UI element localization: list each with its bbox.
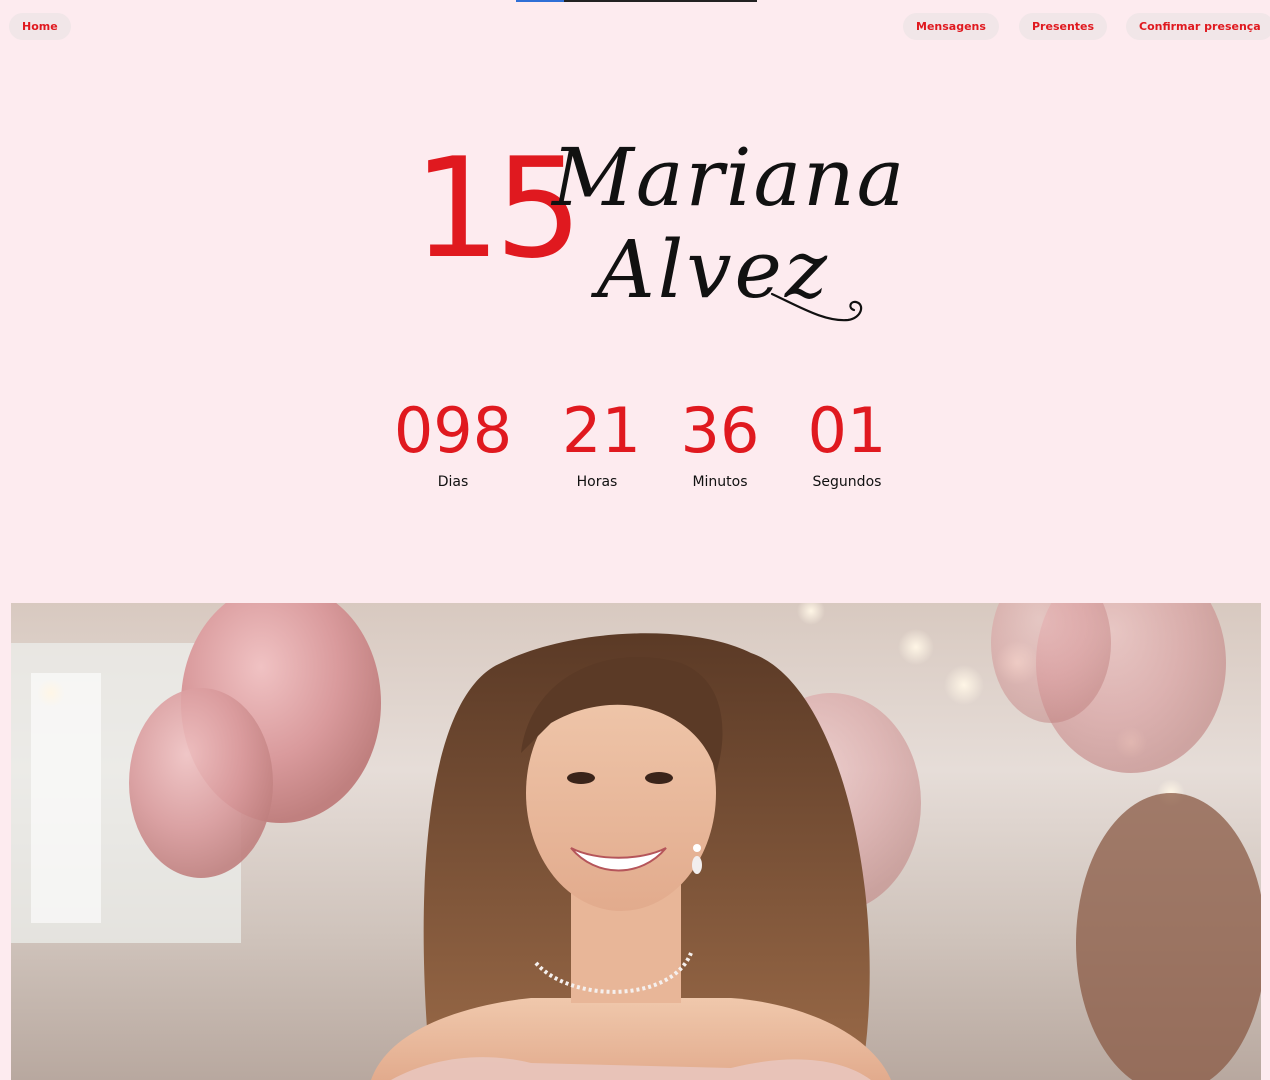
countdown-seconds: 01 Segundos [806, 394, 888, 491]
nav-home-button[interactable]: Home [9, 13, 71, 40]
nav-presentes-button[interactable]: Presentes [1019, 13, 1108, 40]
countdown-hours-label: Horas [576, 474, 618, 490]
countdown-hours-value: 21 [562, 394, 641, 467]
countdown-seconds-label: Segundos [812, 474, 882, 490]
name-swash-decoration [770, 292, 863, 322]
countdown-seconds-value: 01 [807, 394, 887, 467]
countdown-minutes-value: 36 [680, 394, 760, 467]
hero-first-name: Mariana [552, 131, 907, 224]
nav-mensagens-button[interactable]: Mensagens [903, 13, 999, 40]
countdown-days-value: 098 [393, 394, 513, 467]
hero-photo [11, 603, 1261, 1080]
countdown-days-label: Dias [437, 474, 469, 490]
countdown-minutes: 36 Minutos [680, 394, 760, 491]
nav-confirmar-presenca-button[interactable]: Confirmar presença [1126, 13, 1270, 40]
loading-progress-fill [516, 0, 565, 2]
hero-photo-illustration [11, 603, 1261, 1080]
countdown-hours: 21 Horas [562, 394, 641, 491]
countdown-days: 098 Dias [391, 394, 515, 491]
countdown-minutes-label: Minutos [692, 474, 748, 490]
page-loading-bar [516, 0, 757, 2]
